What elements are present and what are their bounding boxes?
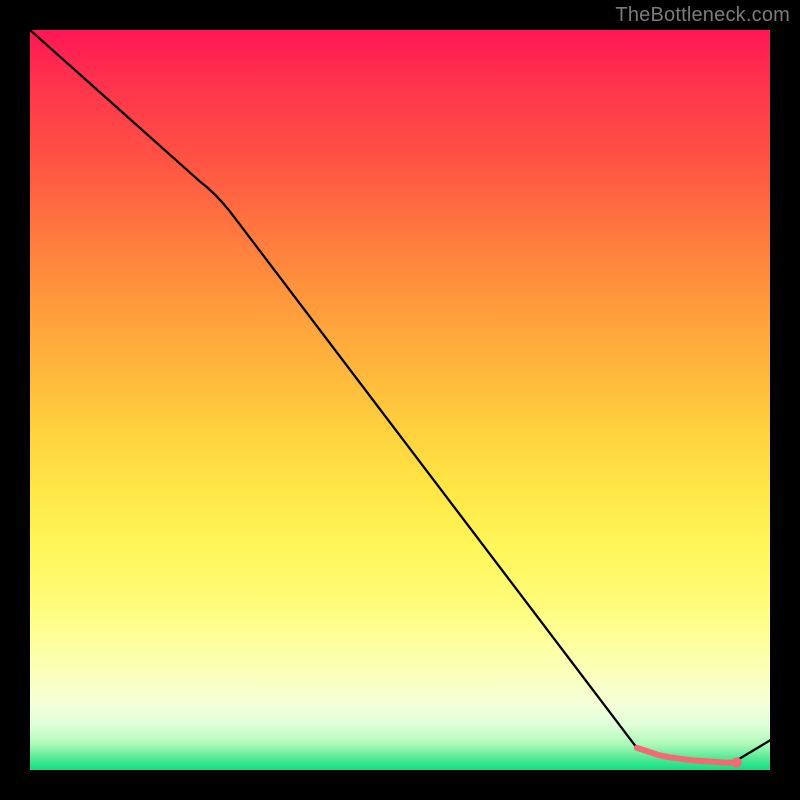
red-segment-end-dot — [732, 757, 742, 767]
chart-layer — [30, 30, 770, 768]
line-chart-svg — [30, 30, 770, 770]
chart-container: TheBottleneck.com — [0, 0, 800, 800]
red-segment-line — [637, 748, 737, 763]
plot-area — [30, 30, 770, 770]
red-marker-group — [637, 748, 742, 768]
attribution-label: TheBottleneck.com — [615, 4, 790, 27]
bottleneck-curve-path — [30, 30, 770, 763]
